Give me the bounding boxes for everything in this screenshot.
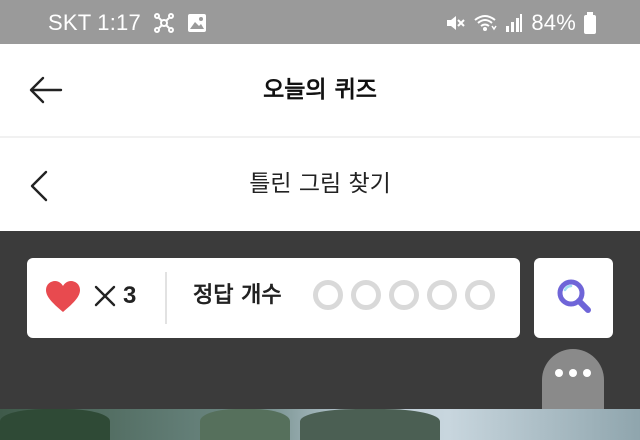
puzzle-image[interactable] — [0, 409, 640, 440]
multiply-icon — [91, 282, 119, 310]
answer-slot — [427, 280, 457, 310]
battery-percent: 84% — [531, 10, 576, 35]
image-tree-area — [300, 409, 440, 440]
network-share-icon — [153, 12, 175, 34]
hint-search-button[interactable] — [534, 258, 613, 338]
signal-icon — [505, 13, 523, 33]
panel-divider — [165, 272, 167, 324]
quiz-subheader: 틀린 그림 찾기 — [0, 138, 640, 231]
more-dots-icon — [569, 369, 577, 377]
answer-slot — [465, 280, 495, 310]
battery-icon — [584, 12, 596, 34]
magnifier-icon — [554, 276, 594, 320]
page-title: 오늘의 퀴즈 — [263, 77, 377, 103]
answer-progress — [313, 280, 495, 310]
image-icon — [187, 13, 207, 33]
score-panel: 3 정답 개수 — [27, 258, 520, 338]
status-bar-left: SKT 1:17 — [48, 9, 207, 37]
more-dots-icon — [555, 369, 563, 377]
answer-slot — [351, 280, 381, 310]
answer-slot — [313, 280, 343, 310]
mute-icon — [445, 13, 466, 33]
image-tree-area — [200, 409, 290, 440]
lives-count: 3 — [123, 282, 137, 309]
app-bar: 오늘의 퀴즈 — [0, 44, 640, 136]
answer-slot — [389, 280, 419, 310]
status-bar-right: 84% — [445, 9, 596, 37]
quiz-title: 틀린 그림 찾기 — [249, 171, 391, 197]
more-dots-icon — [583, 369, 591, 377]
wifi-icon — [473, 13, 497, 33]
image-tree-area — [0, 409, 110, 440]
status-bar: SKT 1:17 84% — [0, 0, 640, 44]
heart-icon — [45, 280, 81, 314]
carrier-time: SKT 1:17 — [48, 10, 141, 35]
answer-count-label: 정답 개수 — [193, 283, 282, 308]
